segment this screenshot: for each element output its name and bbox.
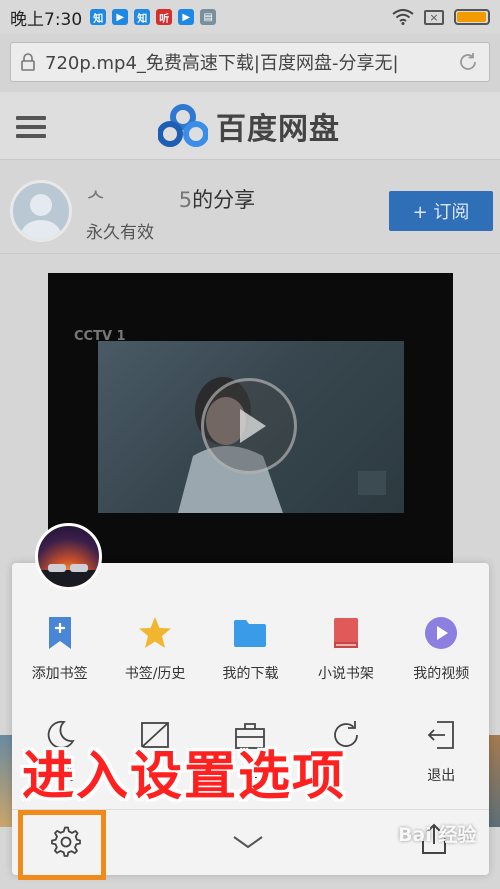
- status-bar: 晚上7:30 知 ▶ 知听 ▶ ▤ ×: [0, 0, 500, 34]
- menu-item-video-play[interactable]: 我的视频: [394, 615, 489, 683]
- menu-item-folder[interactable]: 我的下载: [203, 615, 298, 683]
- message-icon: ▤: [200, 9, 217, 25]
- menu-row-primary: 添加书签 书签/历史 我的下载 小说书架 我的视频: [12, 615, 489, 683]
- share-title: ᄉ 5的分享: [86, 188, 256, 212]
- url-field[interactable]: 720p.mp4_免费高速下载|百度网盘-分享无|: [10, 42, 490, 82]
- menu-item-book[interactable]: 小说书架: [298, 615, 393, 683]
- share-validity: 永久有效: [86, 223, 154, 243]
- menu-item-label: 退出: [427, 768, 456, 784]
- zhihu-icon: 知: [134, 9, 151, 25]
- bookmark-add-icon: [42, 615, 78, 651]
- menu-item-label: 小说书架: [317, 666, 374, 682]
- menu-item-label: 添加书签: [31, 666, 88, 682]
- menu-item-star[interactable]: 书签/历史: [107, 615, 202, 683]
- baidu-pan-logo[interactable]: 百度网盘: [158, 104, 340, 148]
- user-avatar[interactable]: [35, 523, 102, 590]
- status-time: 晚上7:30: [10, 9, 83, 30]
- exit-icon: [423, 717, 459, 753]
- video-icon: ▶: [112, 9, 129, 25]
- sim-off-icon: ×: [424, 9, 444, 25]
- zhihu-icon: 知: [90, 9, 107, 25]
- share-info-bar: ᄉ 5的分享 永久有效 + 订阅: [0, 168, 500, 254]
- default-avatar-icon: [21, 194, 61, 239]
- video-icon: ▶: [178, 9, 195, 25]
- instruction-caption: 进入设置选项: [22, 747, 347, 807]
- folder-icon: [232, 615, 268, 651]
- side-thumbnail-left: [0, 735, 12, 827]
- ting-icon: 听: [156, 9, 173, 25]
- menu-item-bookmark-add[interactable]: 添加书签: [12, 615, 107, 683]
- logo-text: 百度网盘: [216, 112, 340, 147]
- book-icon: [328, 615, 364, 651]
- browser-address-bar: 720p.mp4_免费高速下载|百度网盘-分享无|: [0, 34, 500, 92]
- menu-item-exit[interactable]: 退出: [394, 717, 489, 785]
- cloud-logo-icon: [158, 104, 208, 147]
- site-header: 百度网盘: [0, 92, 500, 160]
- menu-item-label: 我的下载: [222, 666, 279, 682]
- chevron-down-icon[interactable]: [232, 834, 264, 850]
- video-player[interactable]: CCTV 1: [48, 273, 453, 563]
- menu-item-label: 书签/历史: [124, 666, 186, 682]
- side-thumbnail-right: [489, 735, 500, 827]
- sharer-avatar[interactable]: [10, 180, 72, 242]
- video-play-icon: [423, 615, 459, 651]
- settings-highlight-box: [18, 810, 106, 880]
- hamburger-menu-icon[interactable]: [16, 116, 46, 138]
- play-icon: [240, 409, 266, 443]
- url-text: 720p.mp4_免费高速下载|百度网盘-分享无|: [45, 53, 399, 74]
- share-title-text: 的分享: [192, 188, 256, 212]
- status-right: ×: [392, 9, 490, 25]
- menu-item-label: 我的视频: [413, 666, 470, 682]
- battery-icon: [454, 9, 490, 25]
- avatar-photo: [38, 564, 99, 587]
- baidu-jingyan-watermark: Bai 经验: [398, 824, 477, 846]
- reload-icon[interactable]: [457, 51, 479, 73]
- subscribe-button[interactable]: + 订阅: [389, 191, 493, 231]
- lock-icon: [21, 53, 35, 71]
- status-app-icons: 知 ▶ 知听 ▶ ▤: [90, 9, 222, 25]
- wifi-icon: [392, 9, 414, 25]
- star-icon: [137, 615, 173, 651]
- play-button[interactable]: [201, 378, 297, 474]
